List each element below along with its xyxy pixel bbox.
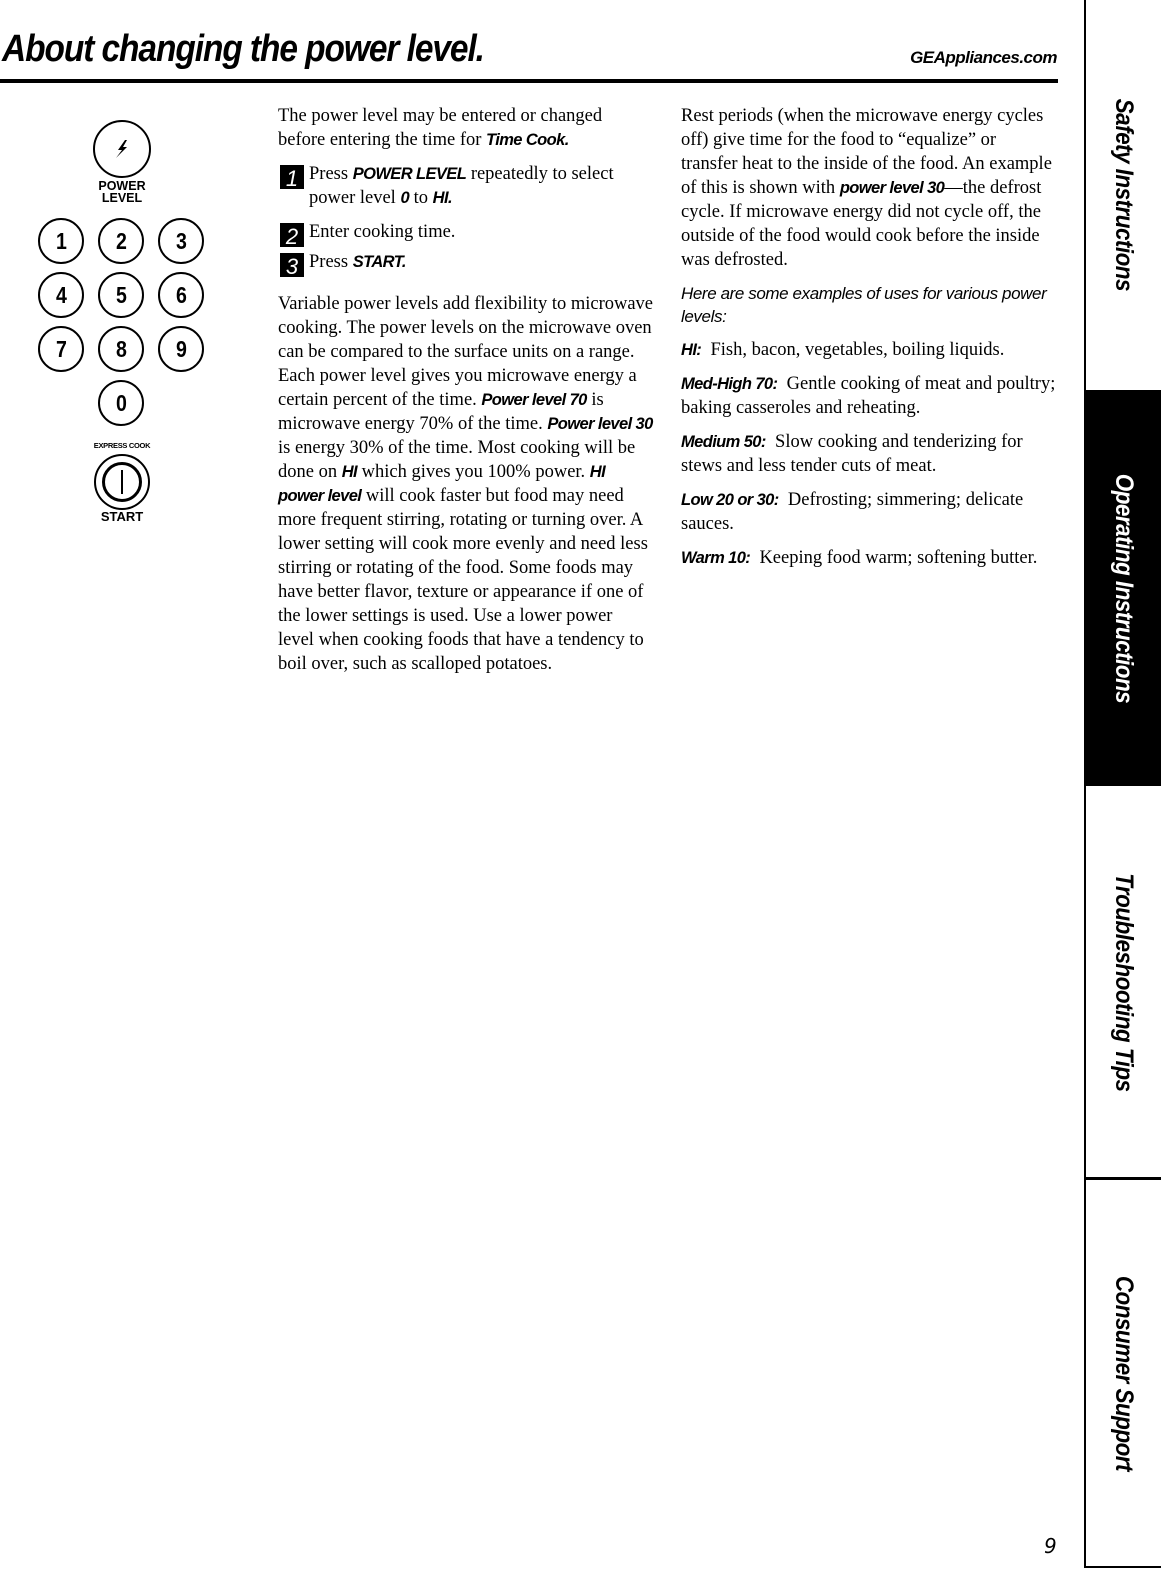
step-text: Press <box>309 164 353 184</box>
body-text: will cook faster but food may need more … <box>278 486 648 674</box>
power-level-30-emphasis: power level 30 <box>839 179 945 197</box>
digit-label: 2 <box>115 227 127 254</box>
digit-key-0[interactable]: 0 <box>98 380 144 426</box>
tab-consumer-support[interactable]: Consumer Support <box>1086 1180 1161 1566</box>
body-text: which gives you 100% power. <box>357 462 590 482</box>
page-number: 9 <box>1044 1534 1057 1558</box>
power-label-line2: LEVEL <box>101 191 143 205</box>
step-1: 1 Press POWER LEVEL repeatedly to select… <box>278 162 653 210</box>
tab-safety-instructions[interactable]: Safety Instructions <box>1086 0 1161 390</box>
section-tabs: Safety Instructions Operating Instructio… <box>1084 0 1161 1568</box>
digit-key-8[interactable]: 8 <box>98 326 144 372</box>
page-title: About changing the power level. <box>2 28 485 70</box>
example-item: HI: Fish, bacon, vegetables, boiling liq… <box>681 338 1056 362</box>
middle-column: The power level may be entered or change… <box>278 104 653 686</box>
example-level: HI: <box>681 341 702 359</box>
start-label: START <box>100 509 144 524</box>
digit-key-3[interactable]: 3 <box>158 218 204 264</box>
example-level: Warm 10: <box>681 549 751 567</box>
lightning-bolt-icon <box>116 140 127 158</box>
digit-key-6[interactable]: 6 <box>158 272 204 318</box>
example-use: Fish, bacon, vegetables, boiling liquids… <box>710 340 1005 360</box>
step-text: Enter cooking time. <box>309 222 456 242</box>
hi-emphasis: HI <box>341 463 358 481</box>
title-rule <box>0 79 1058 83</box>
tab-label: Operating Instructions <box>1110 473 1138 703</box>
power-symbol-icon <box>102 462 142 502</box>
start-key[interactable] <box>94 454 150 510</box>
power-level-key[interactable] <box>93 120 151 178</box>
example-use: Keeping food warm; softening butter. <box>759 548 1038 568</box>
variable-power-paragraph: Variable power levels add flexibility to… <box>278 292 653 676</box>
digit-key-7[interactable]: 7 <box>38 326 84 372</box>
power-level-70-emphasis: Power level 70 <box>481 391 587 409</box>
step-3: 3 Press START. <box>278 250 653 277</box>
tab-troubleshooting-tips[interactable]: Troubleshooting Tips <box>1086 786 1161 1178</box>
step-text: to <box>409 188 433 208</box>
power-level-30-emphasis: Power level 30 <box>547 415 653 433</box>
digit-label: 6 <box>175 281 187 308</box>
tab-operating-instructions[interactable]: Operating Instructions <box>1086 390 1161 786</box>
example-item: Warm 10: Keeping food warm; softening bu… <box>681 546 1056 570</box>
rest-periods-paragraph: Rest periods (when the microwave energy … <box>681 104 1056 272</box>
example-item: Med-High 70: Gentle cooking of meat and … <box>681 372 1056 420</box>
tab-label: Safety Instructions <box>1110 98 1138 292</box>
digit-label: 1 <box>55 227 67 254</box>
example-level: Medium 50: <box>681 433 766 451</box>
digit-label: 7 <box>55 335 67 362</box>
power-level-emphasis: POWER LEVEL <box>352 165 467 183</box>
power-level-label: POWER LEVEL <box>96 180 148 205</box>
digit-key-5[interactable]: 5 <box>98 272 144 318</box>
start-emphasis: START. <box>352 253 407 271</box>
digit-key-1[interactable]: 1 <box>38 218 84 264</box>
hi-emphasis: HI. <box>432 189 453 207</box>
site-url[interactable]: GEAppliances.com <box>910 48 1057 68</box>
time-cook-emphasis: Time Cook. <box>486 131 569 149</box>
digit-label: 3 <box>175 227 187 254</box>
digit-label: 0 <box>115 389 127 416</box>
step-number-badge: 2 <box>280 223 304 247</box>
digit-key-4[interactable]: 4 <box>38 272 84 318</box>
right-column: Rest periods (when the microwave energy … <box>681 104 1056 580</box>
digit-key-9[interactable]: 9 <box>158 326 204 372</box>
express-cook-label: EXPRESS COOK <box>93 441 151 450</box>
example-item: Medium 50: Slow cooking and tenderizing … <box>681 430 1056 478</box>
step-2: 2 Enter cooking time. <box>278 220 653 247</box>
zero-emphasis: 0 <box>400 189 410 207</box>
digit-label: 5 <box>115 281 127 308</box>
example-item: Low 20 or 30: Defrosting; simmering; del… <box>681 488 1056 536</box>
digit-key-2[interactable]: 2 <box>98 218 144 264</box>
intro-paragraph: The power level may be entered or change… <box>278 104 653 152</box>
digit-label: 4 <box>55 281 67 308</box>
examples-heading: Here are some examples of uses for vario… <box>681 284 1047 326</box>
tab-label: Consumer Support <box>1110 1275 1138 1471</box>
step-text: Press <box>309 252 353 272</box>
example-level: Low 20 or 30: <box>681 491 779 509</box>
step-number-badge: 3 <box>280 253 304 277</box>
tab-label: Troubleshooting Tips <box>1110 872 1138 1092</box>
digit-label: 9 <box>175 335 187 362</box>
example-level: Med-High 70: <box>681 375 778 393</box>
step-number-badge: 1 <box>280 165 304 189</box>
keypad-illustration: POWER LEVEL 1 2 3 4 5 6 7 8 9 0 EXPRESS … <box>0 100 250 540</box>
digit-label: 8 <box>115 335 127 362</box>
